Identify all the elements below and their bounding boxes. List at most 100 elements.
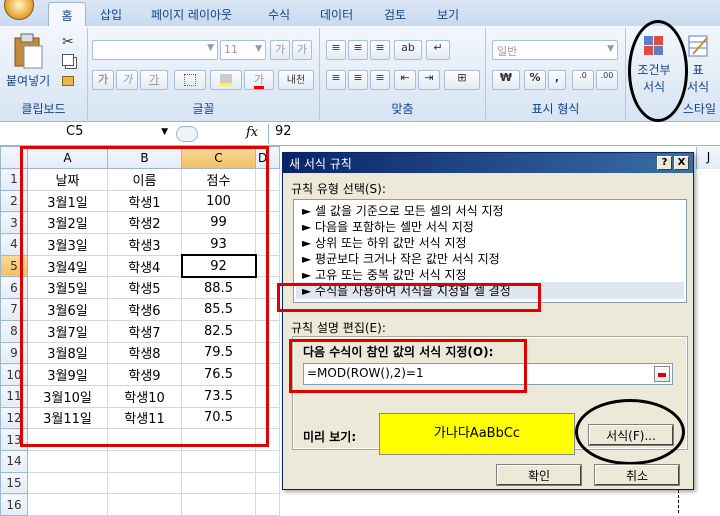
wrap-text-button[interactable]: ↵ xyxy=(426,40,450,60)
rule-type-item[interactable]: ► 고유 또는 중복 값만 서식 지정 xyxy=(302,266,467,283)
worksheet-grid[interactable]: A B C D 1 날짜 이름 점수 2 3월1일 학생1 100 3 3월2일 학생2 99 4 3월3… xyxy=(0,146,280,516)
cell-d[interactable] xyxy=(255,493,280,516)
row-header[interactable]: 16 xyxy=(0,493,28,516)
cancel-button[interactable]: 취소 xyxy=(594,464,680,486)
paste-icon xyxy=(14,33,43,69)
bold-button[interactable]: 가 xyxy=(92,70,114,90)
cell-d[interactable] xyxy=(255,449,280,473)
italic-button[interactable]: 가 xyxy=(116,70,138,90)
align-middle-button[interactable]: ≡ xyxy=(348,40,368,60)
fill-color-button[interactable] xyxy=(210,70,242,90)
rule-type-item[interactable]: ► 셀 값을 기준으로 모든 셀의 서식 지정 xyxy=(302,202,504,219)
border-icon xyxy=(184,74,196,86)
table-row: 16 xyxy=(0,493,280,516)
new-formatting-rule-dialog: 새 서식 규칙 ? X 규칙 유형 선택(S): ► 셀 값을 기준으로 모든 … xyxy=(277,152,694,490)
copy-icon[interactable] xyxy=(62,54,74,66)
office-button[interactable] xyxy=(4,0,34,20)
group-font: ▼ 11 ▼ 가 가 가 가 가 가 내천 글꼴 xyxy=(88,28,320,120)
increase-decimal-button[interactable]: .0 xyxy=(572,70,594,90)
align-top-button[interactable]: ≡ xyxy=(326,40,346,60)
font-color-button[interactable]: 가 xyxy=(244,70,274,90)
annotation-ellipse xyxy=(628,20,688,122)
align-center-button[interactable]: ≡ xyxy=(348,70,368,90)
fill-color-icon xyxy=(220,74,232,86)
decrease-decimal-button[interactable]: .00 xyxy=(596,70,618,90)
merge-center-button[interactable]: ⊞ xyxy=(444,70,480,90)
font-name-select[interactable]: ▼ xyxy=(92,40,218,60)
cell-a[interactable] xyxy=(27,449,108,473)
format-painter-icon[interactable] xyxy=(62,76,74,86)
font-size-select[interactable]: 11 ▼ xyxy=(220,40,266,60)
chevron-down-icon: ▼ xyxy=(607,44,614,54)
dialog-title-bar[interactable]: 새 서식 규칙 ? X xyxy=(283,153,693,173)
annotation-rule-type-box xyxy=(277,283,541,312)
paste-button[interactable]: 붙여넣기 xyxy=(6,32,52,90)
formula-bar: C5 ▼ fx 92 xyxy=(0,122,720,146)
rule-type-label: 규칙 유형 선택(S): xyxy=(291,182,386,196)
group-styles: 조건부 서식 표 서식 스타일 xyxy=(626,20,720,122)
cell-a[interactable] xyxy=(27,471,108,495)
orientation-button[interactable]: ab xyxy=(394,40,422,60)
column-header-j[interactable]: J xyxy=(696,147,720,169)
currency-button[interactable]: ₩ xyxy=(492,70,520,90)
cell-b[interactable] xyxy=(107,449,182,473)
cell-b[interactable] xyxy=(107,493,182,516)
range-selector-icon[interactable] xyxy=(654,366,670,382)
cell-d[interactable] xyxy=(255,471,280,495)
annotation-format-ellipse xyxy=(575,399,685,465)
ok-button[interactable]: 확인 xyxy=(496,464,582,486)
tab-review[interactable]: 검토 xyxy=(384,6,406,23)
cell-c[interactable] xyxy=(181,449,256,473)
row-header[interactable]: 14 xyxy=(0,449,28,473)
align-bottom-button[interactable]: ≡ xyxy=(370,40,390,60)
cut-icon[interactable]: ✂ xyxy=(62,34,74,50)
annotation-data-box xyxy=(20,146,269,447)
close-button[interactable]: X xyxy=(674,156,689,170)
tab-view[interactable]: 보기 xyxy=(437,6,459,23)
rule-type-item[interactable]: ► 평균보다 크거나 작은 값만 서식 지정 xyxy=(302,250,500,267)
paste-label: 붙여넣기 xyxy=(6,74,51,88)
tab-page-layout[interactable]: 페이지 레이아웃 xyxy=(151,6,232,23)
font-color-icon: 가 xyxy=(253,73,265,89)
cell-c[interactable] xyxy=(181,471,256,495)
insert-function-icon[interactable]: fx xyxy=(246,125,258,140)
border-button[interactable] xyxy=(174,70,206,90)
help-button[interactable]: ? xyxy=(657,156,672,170)
comma-button[interactable]: , xyxy=(548,70,566,90)
cell-b[interactable] xyxy=(107,471,182,495)
rule-type-item[interactable]: ► 다음을 포함하는 셀만 서식 지정 xyxy=(302,218,474,235)
name-box-splitter[interactable] xyxy=(176,126,198,142)
chevron-down-icon: ▼ xyxy=(255,44,262,54)
dialog-title: 새 서식 규칙 xyxy=(289,157,352,171)
annotation-formula-box xyxy=(289,339,527,393)
increase-indent-button[interactable]: ⇥ xyxy=(418,70,440,90)
align-left-button[interactable]: ≡ xyxy=(326,70,346,90)
underline-button[interactable]: 가 xyxy=(140,70,168,90)
percent-button[interactable]: % xyxy=(524,70,546,90)
row-header[interactable]: 15 xyxy=(0,471,28,495)
tab-formulas[interactable]: 수식 xyxy=(268,6,290,23)
cell-a[interactable] xyxy=(27,493,108,516)
group-label-alignment: 맞춤 xyxy=(391,102,414,116)
group-label-clipboard: 클립보드 xyxy=(21,102,66,116)
rule-type-item[interactable]: ► 상위 또는 하위 값만 서식 지정 xyxy=(302,234,467,251)
cell-c[interactable] xyxy=(181,493,256,516)
grow-font-button[interactable]: 가 xyxy=(270,40,290,60)
group-label-number: 표시 형식 xyxy=(531,102,580,116)
tab-home[interactable]: 홈 xyxy=(48,2,86,26)
ribbon-tab-bar: 홈 삽입 페이지 레이아웃 수식 데이터 검토 보기 xyxy=(0,0,720,26)
tab-data[interactable]: 데이터 xyxy=(320,6,353,23)
name-box[interactable]: C5 ▼ xyxy=(0,124,170,144)
edit-description-label: 규칙 설명 편집(E): xyxy=(291,321,386,335)
formula-input[interactable]: 92 xyxy=(268,124,720,144)
align-right-button[interactable]: ≡ xyxy=(370,70,390,90)
group-alignment: ≡ ≡ ≡ ab ↵ ≡ ≡ ≡ ⇤ ⇥ ⊞ 맞춤 xyxy=(320,28,486,120)
decrease-indent-button[interactable]: ⇤ xyxy=(394,70,416,90)
group-label-font: 글꼴 xyxy=(192,102,215,116)
shrink-font-button[interactable]: 가 xyxy=(292,40,312,60)
tab-insert[interactable]: 삽입 xyxy=(100,6,122,23)
phonetic-button[interactable]: 내천 xyxy=(278,70,314,90)
table-row: 15 xyxy=(0,471,280,495)
number-format-select[interactable]: 일반 ▼ xyxy=(492,40,618,60)
chevron-down-icon: ▼ xyxy=(161,127,168,137)
